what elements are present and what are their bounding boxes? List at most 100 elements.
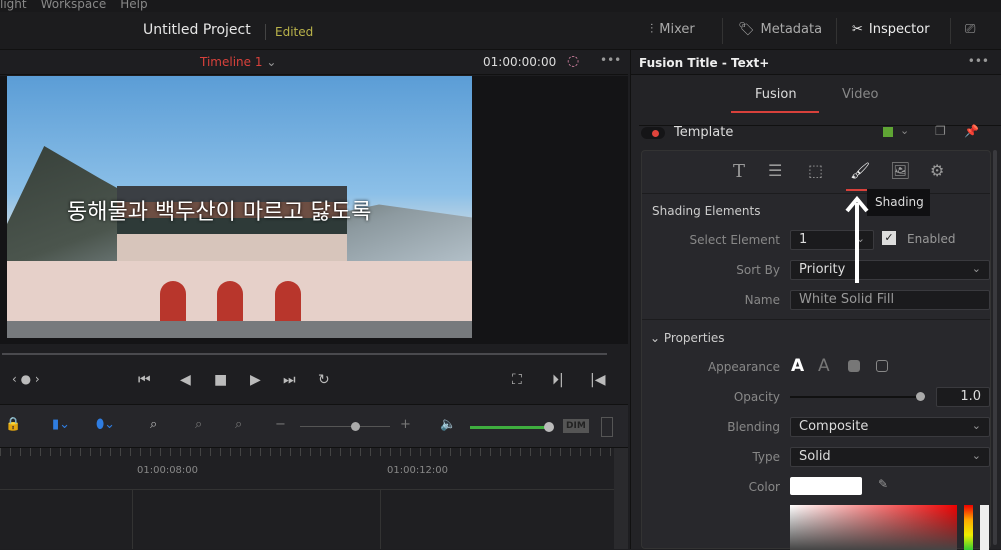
name-input[interactable]: White Solid Fill xyxy=(790,290,990,310)
mixer-button[interactable]: ⫶ Mixer xyxy=(650,22,695,37)
chevron-down-icon[interactable]: ⌄ xyxy=(900,124,909,137)
viewer-header: Timeline 1 ⌄ 01:00:00:00 ◌ ••• xyxy=(0,50,628,75)
menu-fairlight[interactable]: light xyxy=(0,0,27,11)
next-edit-icon[interactable]: ⏵| xyxy=(552,372,564,388)
opacity-input[interactable]: 1.0 xyxy=(936,387,990,407)
arrow-annotation xyxy=(845,195,869,283)
enable-toggle[interactable] xyxy=(641,127,665,139)
type-label: Type xyxy=(752,450,780,464)
loop-icon[interactable]: ↻ xyxy=(318,372,330,388)
tab-video[interactable]: Video xyxy=(842,87,878,102)
timeline-selector[interactable]: Timeline 1 ⌄ xyxy=(200,55,276,69)
play-icon[interactable]: ▶ xyxy=(250,372,261,388)
tools-icon: ✂ xyxy=(852,22,863,37)
alpha-slider[interactable] xyxy=(980,505,989,550)
sort-by-label: Sort By xyxy=(736,263,780,277)
timeline-tracks[interactable] xyxy=(0,490,614,549)
properties-heading[interactable]: ⌄ Properties xyxy=(650,331,725,345)
menu-workspace[interactable]: Workspace xyxy=(41,0,107,11)
menu-bar: light Workspace Help xyxy=(0,0,1001,12)
inspector-scrollbar[interactable] xyxy=(993,150,997,545)
pin-icon[interactable]: 📌 xyxy=(964,124,979,138)
menu-help[interactable]: Help xyxy=(120,0,147,11)
preview-image: 동해물과 백두산이 마르고 닳도록 xyxy=(7,76,472,338)
subtitle-text: 동해물과 백두산이 마르고 닳도록 xyxy=(67,200,372,225)
appearance-label: Appearance xyxy=(707,360,780,374)
opacity-slider[interactable] xyxy=(916,392,925,401)
color-tag[interactable] xyxy=(883,127,893,137)
zoom-custom-icon[interactable]: ⌕ xyxy=(235,417,242,432)
ruler-mark: 01:00:12:00 xyxy=(387,465,449,476)
appearance-block-icon[interactable] xyxy=(848,360,860,372)
name-label: Name xyxy=(744,293,780,307)
shading-elements-heading: Shading Elements xyxy=(652,204,761,218)
meter-icon xyxy=(601,417,613,437)
zoom-in-icon[interactable]: + xyxy=(400,417,411,432)
viewer: 동해물과 백두산이 마르고 닳도록 xyxy=(0,76,628,344)
chevron-down-icon: ⌄ xyxy=(266,55,277,69)
blending-label: Blending xyxy=(727,420,780,434)
enabled-label: Enabled xyxy=(907,232,956,246)
appearance-border-icon[interactable] xyxy=(876,360,888,372)
ruler-mark: 01:00:08:00 xyxy=(137,465,199,476)
prev-edit-icon[interactable]: |◀ xyxy=(590,372,605,388)
more-icon[interactable]: ••• xyxy=(600,53,621,67)
zoom-full-icon[interactable]: ⌕ xyxy=(150,417,157,432)
hue-slider[interactable] xyxy=(964,505,973,550)
zoom-detail-icon[interactable]: ⌕ xyxy=(195,417,202,432)
scrubber-bar[interactable] xyxy=(2,353,607,355)
color-picker[interactable] xyxy=(790,505,957,550)
blending-dropdown[interactable]: Composite ⌄ xyxy=(790,417,990,437)
stop-icon[interactable]: ■ xyxy=(214,372,227,388)
fullscreen-icon[interactable]: ⎚ xyxy=(965,22,975,37)
settings-icon[interactable]: ⚙ xyxy=(930,161,944,180)
zoom-out-icon[interactable]: − xyxy=(275,417,286,432)
timeline-ruler[interactable]: 01:00:08:00 01:00:12:00 xyxy=(0,448,614,490)
transform-icon[interactable]: ⬚ xyxy=(808,161,823,180)
jog-control[interactable]: ‹ ● › xyxy=(12,372,40,386)
color-swatch[interactable] xyxy=(790,477,862,495)
header: Untitled Project Edited ⫶ Mixer 🏷 Metadata… xyxy=(0,12,1001,50)
reverse-icon[interactable]: ◀ xyxy=(180,372,191,388)
dim-button[interactable]: DIM xyxy=(563,419,589,433)
tab-fusion[interactable]: Fusion xyxy=(755,87,797,102)
appearance-outline-icon[interactable]: A xyxy=(818,356,830,376)
section-template[interactable]: Template xyxy=(674,125,733,140)
layout-icon[interactable]: ☰ xyxy=(768,161,782,180)
inspector-panel: Fusion Title - Text+ ••• Fusion Video Te… xyxy=(630,50,1001,550)
timeline-toolbar: 🔒 ▮⌄ ⬮⌄ ⌕ ⌕ ⌕ − + 🔈 DIM xyxy=(0,404,628,448)
color-icon[interactable]: ◌ xyxy=(567,53,579,69)
marker-icon[interactable]: ▮⌄ xyxy=(52,417,70,432)
enabled-checkbox[interactable]: ✓ xyxy=(882,231,896,245)
more-icon[interactable]: ••• xyxy=(968,54,989,68)
lock-icon[interactable]: 🔒 xyxy=(5,417,21,432)
timecode: 01:00:00:00 xyxy=(483,55,557,69)
shading-tooltip: Shading xyxy=(867,189,930,216)
zoom-slider[interactable] xyxy=(351,422,360,431)
select-element-label: Select Element xyxy=(689,233,780,247)
eyedropper-icon[interactable]: ✎ xyxy=(878,477,888,491)
flag-icon[interactable]: ⬮⌄ xyxy=(96,417,115,432)
opacity-label: Opacity xyxy=(733,390,780,404)
timeline-scrollbar[interactable] xyxy=(614,448,628,549)
image-icon[interactable]: 🖼 xyxy=(890,161,910,180)
inspector-button[interactable]: ✂ Inspector xyxy=(852,22,930,37)
volume-icon[interactable]: 🔈 xyxy=(440,417,456,432)
type-dropdown[interactable]: Solid ⌄ xyxy=(790,447,990,467)
edited-status: Edited xyxy=(275,25,314,39)
shading-icon[interactable]: 🖌 xyxy=(850,161,870,180)
color-label: Color xyxy=(748,480,780,494)
inspector-title: Fusion Title - Text+ xyxy=(631,50,1001,75)
appearance-text-icon[interactable]: A xyxy=(791,356,804,376)
project-title: Untitled Project xyxy=(143,22,251,38)
copy-icon[interactable]: ❐ xyxy=(935,124,946,138)
match-frame-icon[interactable]: ⛶ xyxy=(512,372,522,388)
chevron-down-icon: ⌄ xyxy=(650,331,661,345)
volume-slider[interactable] xyxy=(544,422,554,432)
skip-start-icon[interactable]: ⏮ xyxy=(138,372,151,388)
sort-by-dropdown[interactable]: Priority ⌄ xyxy=(790,260,990,280)
skip-end-icon[interactable]: ⏭ xyxy=(283,372,296,388)
tag-icon: 🏷 xyxy=(738,22,755,37)
text-icon[interactable]: T xyxy=(733,161,745,182)
metadata-button[interactable]: 🏷 Metadata xyxy=(738,22,822,37)
